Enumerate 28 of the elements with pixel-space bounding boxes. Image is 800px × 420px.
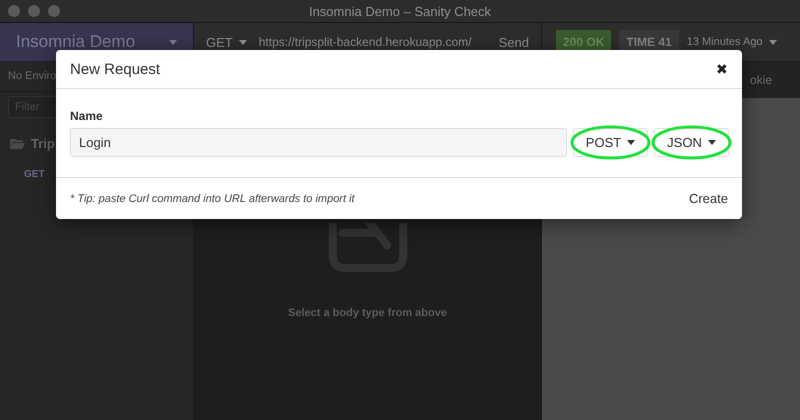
close-button[interactable]: ✖ — [716, 61, 728, 77]
history-dropdown[interactable]: 13 Minutes Ago — [686, 36, 777, 48]
create-button[interactable]: Create — [688, 191, 728, 206]
field-label: Name — [70, 109, 104, 123]
folder-name[interactable]: Trip — [31, 136, 55, 151]
dialog-title: New Request — [70, 60, 160, 78]
url-field[interactable]: https://tripsplit-backend.herokuapp.com/ — [258, 35, 487, 49]
environment-selector[interactable]: No Enviro — [8, 70, 56, 82]
window-control[interactable] — [8, 5, 20, 17]
body-type-dropdown[interactable]: JSON — [654, 128, 729, 157]
request-method[interactable]: GET — [24, 169, 45, 180]
method-dropdown[interactable]: GET — [206, 34, 247, 50]
name-field[interactable]: Login — [70, 128, 567, 157]
window-control[interactable] — [48, 5, 60, 17]
caret-icon — [238, 40, 247, 44]
workspace-name: Insomnia Demo — [16, 32, 136, 52]
method-dropdown[interactable]: POST — [573, 128, 648, 157]
tip-text: * Tip: paste Curl command into URL afterwards to import it — [70, 192, 355, 204]
send-button[interactable]: Send — [498, 34, 529, 50]
caret-icon — [768, 40, 777, 44]
window-title: Insomnia Demo – Sanity Check — [308, 4, 492, 18]
folder-icon — [10, 138, 25, 149]
caret-icon — [627, 140, 636, 145]
response-tab[interactable]: okie — [750, 73, 772, 87]
caret-icon — [708, 140, 716, 145]
window-control[interactable] — [28, 5, 40, 17]
caret-icon — [169, 40, 177, 44]
empty-body-message: Select a body type from above — [288, 307, 447, 319]
